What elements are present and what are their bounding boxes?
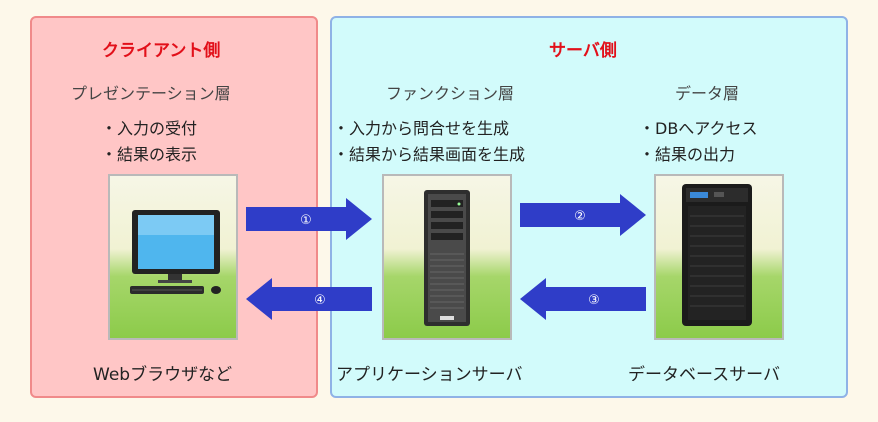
data-item: ・DBへアクセス	[639, 119, 758, 138]
presentation-item: ・結果の表示	[101, 145, 198, 164]
arrow-request-1: ①	[246, 198, 372, 240]
client-pc-box	[108, 174, 238, 340]
arrow-request-2: ②	[520, 194, 646, 236]
client-caption: Webブラウザなど	[93, 365, 233, 385]
tower-server-icon	[424, 190, 470, 326]
arrow-label-2: ②	[574, 209, 586, 224]
function-item: ・入力から問合せを生成	[333, 119, 510, 138]
arrow-label-4: ④	[314, 293, 326, 308]
database-server-icon	[682, 184, 752, 326]
arrow-label-1: ①	[300, 213, 312, 228]
application-server-caption: アプリケーションサーバ	[336, 365, 523, 385]
presentation-item: ・入力の受付	[101, 119, 198, 138]
application-server-box	[382, 174, 512, 340]
database-server-caption: データベースサーバ	[628, 365, 780, 385]
server-side-title: サーバ側	[549, 41, 617, 61]
database-server-box	[654, 174, 784, 340]
presentation-tier-description: ・入力の受付 ・結果の表示	[101, 116, 197, 168]
function-tier-description: ・入力から問合せを生成 ・結果から結果画面を生成	[333, 116, 525, 168]
function-tier-title: ファンクション層	[386, 84, 515, 103]
arrow-response-3: ③	[520, 278, 646, 320]
function-item: ・結果から結果画面を生成	[333, 145, 526, 164]
client-side-title: クライアント側	[102, 41, 221, 61]
arrow-label-3: ③	[588, 293, 600, 308]
arrow-response-4: ④	[246, 278, 372, 320]
data-item: ・結果の出力	[639, 145, 736, 164]
presentation-tier-title: プレゼンテーション層	[71, 84, 231, 103]
data-tier-title: データ層	[675, 84, 740, 103]
data-tier-description: ・DBへアクセス ・結果の出力	[639, 116, 758, 168]
monitor-icon	[130, 210, 221, 294]
